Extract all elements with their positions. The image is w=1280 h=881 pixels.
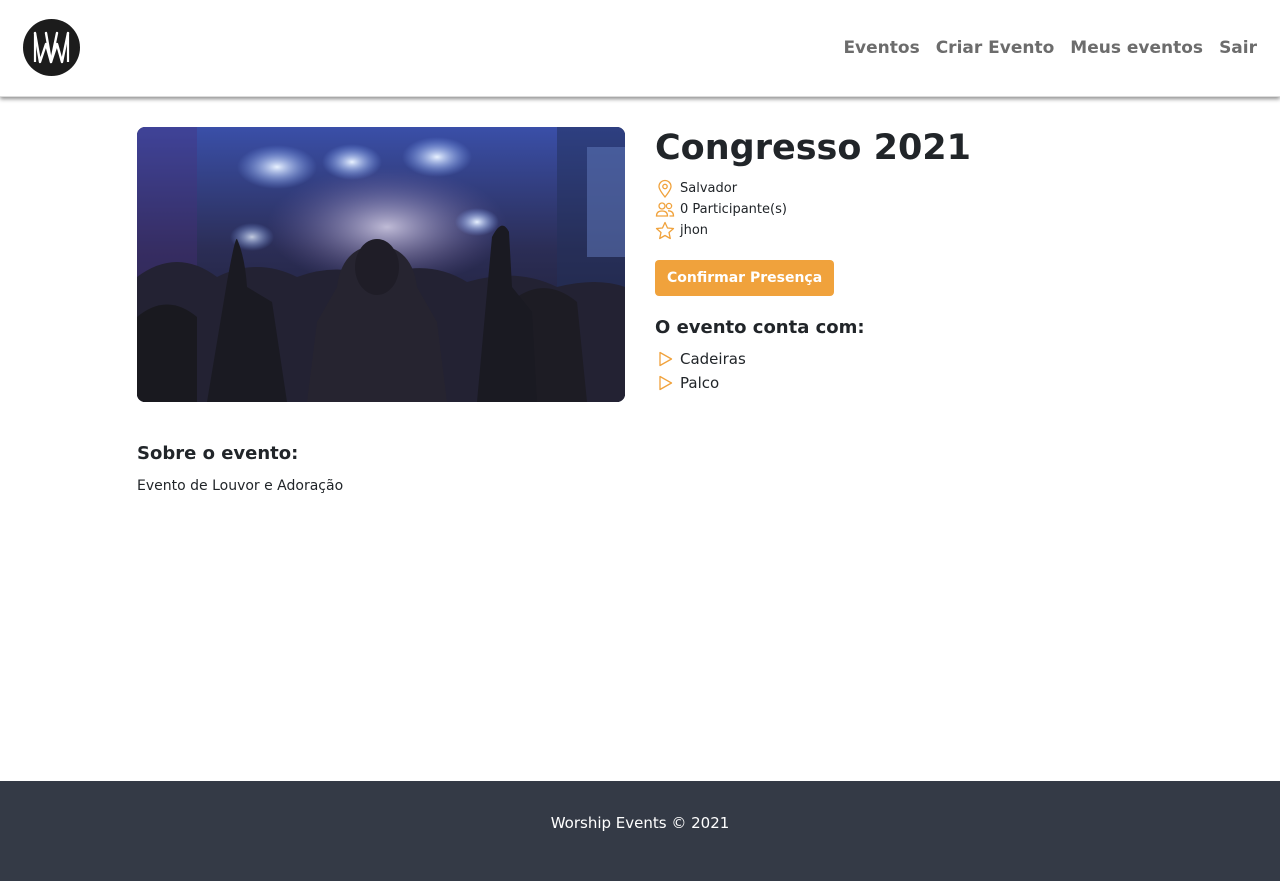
event-owner: jhon [655,220,1215,241]
footer-text: Worship Events © 2021 [550,814,730,832]
event-location-text: Salvador [680,181,738,196]
play-outline-icon [655,373,675,393]
top-navbar: Eventos Criar Evento Meus eventos Sair [0,0,1280,97]
nav-link-eventos[interactable]: Eventos [843,38,919,58]
about-title: Sobre o evento: [137,443,299,464]
event-info: Congresso 2021 Salvador 0 Participante(s [655,127,1215,395]
event-location: Salvador [655,178,1215,199]
main-nav: Eventos Criar Evento Meus eventos Sair [827,0,1257,96]
feature-label: Cadeiras [680,350,746,368]
map-pin-icon [655,179,675,199]
list-item: Cadeiras [655,347,1215,371]
star-icon [655,221,675,241]
nav-link-criar-evento[interactable]: Criar Evento [936,38,1055,58]
ww-logo-icon[interactable] [23,19,80,76]
event-meta: Salvador 0 Participante(s) jhon [655,178,1215,241]
nav-link-meus-eventos[interactable]: Meus eventos [1070,38,1203,58]
event-title: Congresso 2021 [655,128,972,168]
event-participants-text: 0 Participante(s) [680,202,787,217]
page-footer: Worship Events © 2021 [0,781,1280,881]
features-list: Cadeiras Palco [655,347,1215,395]
play-outline-icon [655,349,675,369]
about-section: Sobre o evento: Evento de Louvor e Adora… [137,442,1037,496]
features-title: O evento conta com: [655,317,865,338]
feature-label: Palco [680,374,720,392]
event-participants: 0 Participante(s) [655,199,1215,220]
list-item: Palco [655,371,1215,395]
people-icon [655,200,675,220]
about-text: Evento de Louvor e Adoração [137,478,344,494]
event-owner-text: jhon [680,223,709,238]
nav-link-sair[interactable]: Sair [1219,38,1257,58]
confirm-presence-button[interactable]: Confirmar Presença [655,260,835,296]
event-image [137,127,625,402]
